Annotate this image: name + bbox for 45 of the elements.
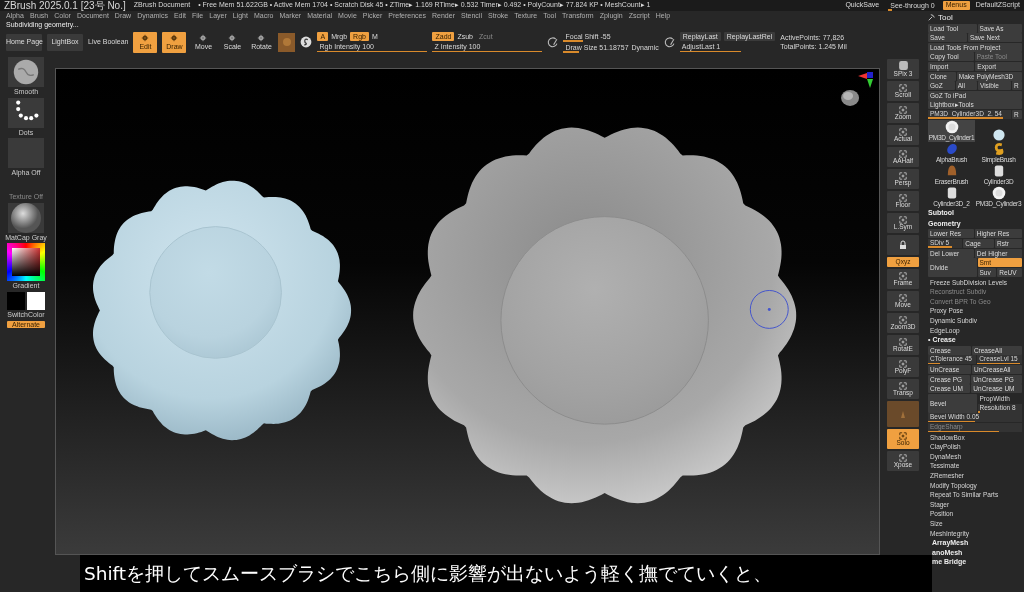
panel-title: Tool: [938, 12, 953, 23]
sphere-icon: [11, 202, 41, 233]
lock-icon: [898, 240, 908, 251]
sphere-icon: [13, 59, 39, 86]
grid-icon: [899, 359, 907, 368]
grid-icon: [899, 193, 907, 202]
secondary-color-swatch[interactable]: [27, 291, 45, 310]
grid-icon: [899, 337, 907, 346]
subtitle-caption: Shiftを押してスムースブラシでこちら側に影響が出ないよう軽く撫でていくと、: [80, 555, 932, 592]
crosshair-icon: [199, 33, 208, 42]
sphere-icon: [841, 90, 860, 107]
crosshair-icon: [228, 33, 237, 42]
s-circle-icon: [300, 36, 313, 49]
grid-icon: [899, 293, 907, 302]
material-thumbnail[interactable]: [8, 202, 44, 233]
stroke-thumbnail[interactable]: [8, 97, 44, 128]
grid-icon: [899, 381, 907, 390]
crosshair-icon: [257, 33, 266, 42]
sphere-icon: [991, 127, 1006, 142]
crosshair-icon: [170, 33, 179, 42]
app-title: ZBrush 2025.0.1 [23号 No.]: [4, 0, 126, 12]
crosshair-icon: [141, 33, 150, 42]
plate-icon: [991, 186, 1006, 201]
grid-icon: [899, 149, 907, 158]
grid-icon: [899, 271, 907, 280]
grid-icon: [899, 171, 907, 180]
cube-icon: [897, 60, 909, 72]
grid-icon: [899, 127, 907, 136]
plate-icon: [944, 120, 959, 135]
grid-icon: [899, 105, 907, 114]
grid-icon: [899, 215, 907, 224]
brush-cursor-icon: [749, 290, 789, 330]
ellipse-icon: [944, 142, 959, 157]
viewport[interactable]: [55, 68, 880, 555]
brush-thumbnail[interactable]: [8, 57, 44, 88]
sphere-icon: [282, 37, 292, 48]
material-swatch[interactable]: [278, 32, 296, 52]
grid-icon: [899, 83, 907, 92]
axis-gizmo-icon: [858, 72, 873, 89]
grid-icon: [899, 315, 907, 324]
grid-icon: [899, 453, 907, 462]
shelf-button[interactable]: [887, 235, 919, 256]
grid-icon: [899, 431, 907, 440]
primary-color-swatch[interactable]: [7, 291, 25, 310]
tool-icon: [928, 14, 935, 21]
